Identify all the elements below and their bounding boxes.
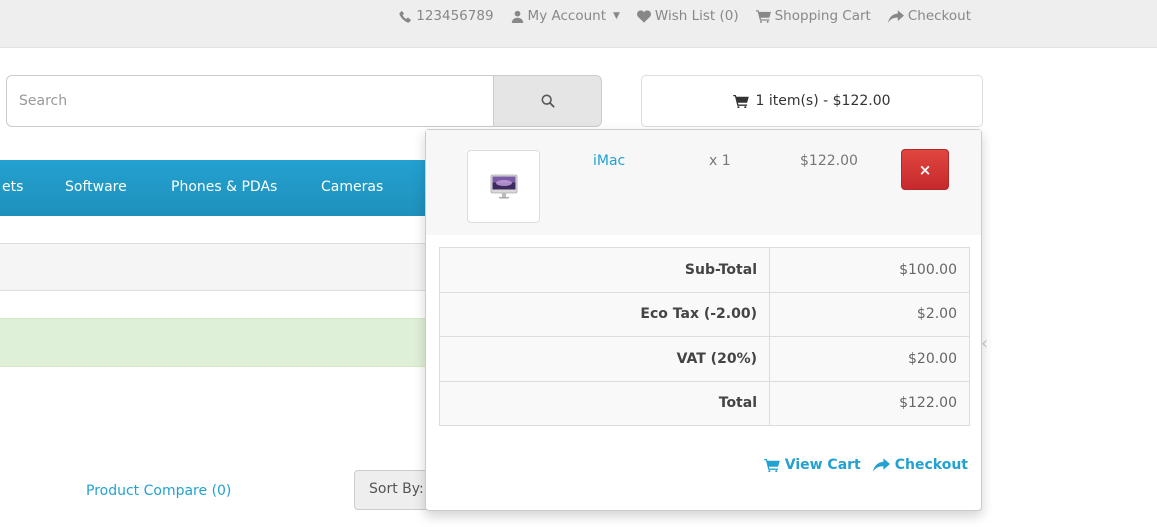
product-compare-link[interactable]: Product Compare (0)	[86, 483, 231, 499]
success-alert	[0, 318, 440, 367]
shopping-cart-link[interactable]: Shopping Cart	[755, 8, 871, 24]
page: 123456789 My Account ▼ Wish List (0) Sho…	[0, 0, 1157, 527]
phone-text: 123456789	[416, 8, 494, 24]
dropdown-checkout-label: Checkout	[894, 457, 968, 473]
my-account-label: My Account	[527, 8, 606, 24]
share-arrow-icon	[887, 9, 904, 23]
search-icon	[541, 94, 555, 108]
subtotal-label: Sub-Total	[439, 247, 770, 293]
main-menu: ets Software Phones & PDAs Cameras	[0, 160, 440, 216]
product-thumbnail[interactable]	[467, 150, 540, 223]
search-button[interactable]	[493, 75, 602, 127]
imac-image	[490, 174, 517, 198]
wish-list-link[interactable]: Wish List (0)	[636, 8, 739, 24]
cart-icon	[733, 94, 750, 108]
totals-table: Sub-Total $100.00 Eco Tax (-2.00) $2.00 …	[439, 247, 970, 426]
checkout-link[interactable]: Checkout	[887, 8, 971, 24]
cart-icon	[763, 458, 780, 472]
top-links: 123456789 My Account ▼ Wish List (0) Sho…	[399, 8, 971, 24]
close-icon: ×	[918, 160, 932, 179]
view-cart-label: View Cart	[784, 457, 861, 473]
total-value: $122.00	[769, 380, 970, 426]
vat-label: VAT (20%)	[439, 336, 770, 382]
my-account-link[interactable]: My Account ▼	[511, 8, 620, 24]
cart-summary: 1 item(s) - $122.00	[755, 93, 891, 109]
vat-value: $20.00	[769, 336, 970, 382]
search-input[interactable]	[6, 75, 493, 127]
chevron-down-icon: ▼	[612, 11, 620, 21]
cart-icon	[755, 9, 771, 23]
total-label: Total	[439, 380, 770, 426]
phone-icon	[399, 10, 412, 23]
phone-link[interactable]: 123456789	[399, 8, 494, 24]
cart-button[interactable]: 1 item(s) - $122.00	[641, 75, 983, 127]
cart-item-row: iMac x 1 $122.00 ×	[426, 130, 981, 235]
share-arrow-icon	[872, 458, 890, 472]
eco-tax-value: $2.00	[769, 291, 970, 337]
menu-item-phones-pdas[interactable]: Phones & PDAs	[171, 179, 277, 195]
menu-item-cameras[interactable]: Cameras	[321, 179, 383, 195]
item-price: $122.00	[800, 153, 858, 169]
view-cart-link[interactable]: View Cart	[763, 457, 861, 473]
breadcrumb	[0, 243, 440, 291]
cart-footer-links: View Cart Checkout	[763, 457, 968, 473]
item-quantity: x 1	[709, 153, 731, 169]
cart-dropdown: iMac x 1 $122.00 × Sub-Total $100.00 Eco…	[425, 129, 982, 511]
top-bar: 123456789 My Account ▼ Wish List (0) Sho…	[0, 0, 1157, 48]
dropdown-checkout-link[interactable]: Checkout	[872, 457, 968, 473]
menu-item-software[interactable]: Software	[65, 179, 127, 195]
table-row: VAT (20%) $20.00	[439, 336, 970, 382]
table-row: Eco Tax (-2.00) $2.00	[439, 291, 970, 337]
table-row: Total $122.00	[439, 380, 970, 426]
chevron-left-icon[interactable]: ‹	[981, 333, 988, 354]
item-name-link[interactable]: iMac	[593, 153, 625, 169]
table-row: Sub-Total $100.00	[439, 247, 970, 293]
subtotal-value: $100.00	[769, 247, 970, 293]
wish-list-label: Wish List (0)	[654, 8, 739, 24]
user-icon	[511, 10, 523, 23]
remove-item-button[interactable]: ×	[901, 149, 949, 190]
shopping-cart-label: Shopping Cart	[774, 8, 871, 24]
menu-item-tablets[interactable]: ets	[2, 179, 23, 195]
heart-icon	[636, 9, 651, 23]
checkout-label: Checkout	[907, 8, 971, 24]
eco-tax-label: Eco Tax (-2.00)	[439, 291, 770, 337]
